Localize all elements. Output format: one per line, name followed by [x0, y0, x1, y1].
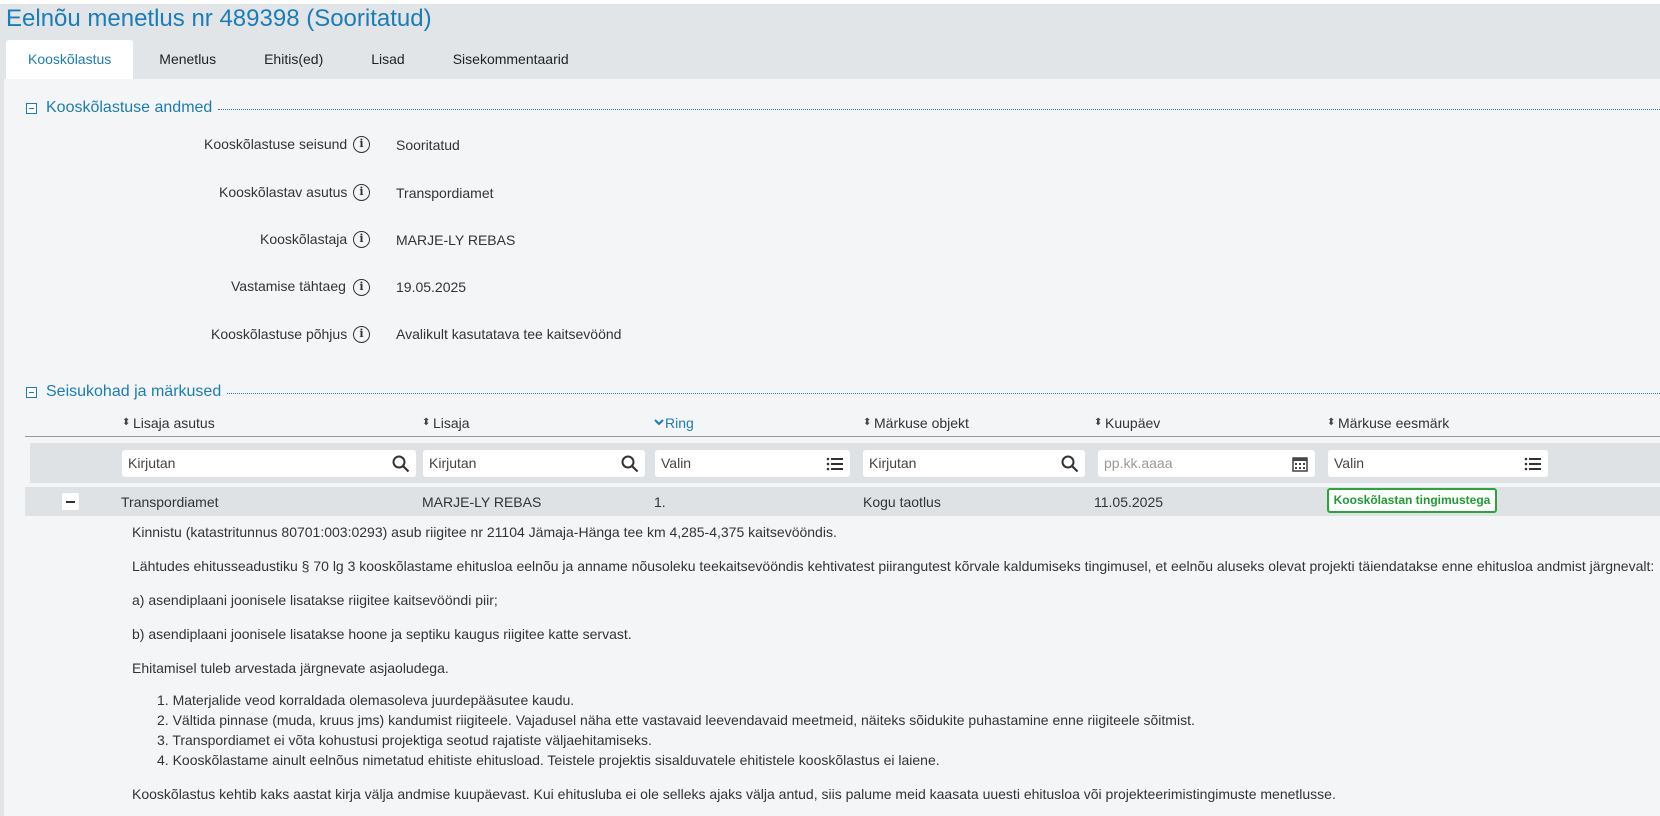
section-divider [218, 108, 1660, 110]
comment-paragraph: a) asendiplaani joonisele lisatakse riig… [132, 592, 498, 608]
sort-icon: ⬍ [1094, 417, 1103, 428]
cell-lisaja: MARJE-LY REBAS [422, 494, 542, 510]
filter-markuse-eesmark[interactable] [1328, 450, 1548, 477]
column-header-markuse-objekt[interactable]: ⬍ Märkuse objekt [863, 415, 969, 431]
sort-icon: ⬍ [863, 417, 872, 428]
info-icon[interactable]: i [353, 326, 370, 343]
list-item: 1. Materjalide veod korraldada olemasole… [157, 692, 575, 708]
column-header-lisaja-asutus[interactable]: ⬍ Lisaja asutus [122, 415, 215, 431]
search-icon[interactable] [392, 455, 410, 473]
field-value: MARJE-LY REBAS [396, 232, 516, 248]
cell-lisaja-asutus: Transpordiamet [121, 494, 219, 510]
tab-menetlus[interactable]: Menetlus [137, 40, 238, 79]
tab-sisekommentaarid[interactable]: Sisekommentaarid [431, 40, 591, 79]
section-title[interactable]: Kooskõlastuse andmed [46, 99, 212, 117]
calendar-icon[interactable] [1291, 455, 1309, 473]
select-input[interactable] [1334, 455, 1488, 471]
search-input[interactable] [869, 455, 1025, 471]
page-title: Eelnõu menetlus nr 489398 (Sooritatud) [6, 5, 432, 32]
column-header-ring[interactable]: Ring [654, 415, 694, 431]
search-input[interactable] [128, 455, 334, 471]
search-icon[interactable] [1061, 455, 1079, 473]
info-icon[interactable]: i [353, 279, 370, 296]
column-header-lisaja[interactable]: ⬍ Lisaja [422, 415, 470, 431]
list-icon[interactable] [826, 455, 844, 473]
section-title[interactable]: Seisukohad ja märkused [46, 383, 221, 401]
list-item: 2. Vältida pinnase (muda, kruus jms) kan… [157, 712, 1195, 728]
field-value: 19.05.2025 [396, 279, 467, 295]
filter-ring[interactable] [655, 450, 850, 477]
collapse-icon[interactable] [26, 102, 37, 114]
field-value: Transpordiamet [396, 185, 494, 201]
comment-paragraph: Kooskõlastus kehtib kaks aastat kirja vä… [132, 786, 1336, 802]
list-icon[interactable] [1524, 455, 1542, 473]
comment-paragraph: b) asendiplaani joonisele lisatakse hoon… [132, 626, 632, 642]
field-label: Kooskõlastuse põhjus [211, 326, 348, 342]
info-icon[interactable]: i [353, 231, 370, 248]
cell-ring: 1. [654, 494, 666, 510]
sort-icon: ⬍ [422, 417, 431, 428]
tab-ehitised[interactable]: Ehitis(ed) [242, 40, 345, 79]
field-label: Vastamise tähtaeg [231, 278, 346, 294]
comment-paragraph: Lähtudes ehitusseadustiku § 70 lg 3 koos… [132, 558, 1655, 574]
list-item: 4. Kooskõlastame ainult eelnõus nimetatu… [157, 752, 940, 768]
comment-list: 1. Materjalide veod korraldada olemasole… [132, 690, 1195, 770]
collapse-row-button[interactable] [62, 493, 79, 510]
search-input[interactable] [429, 455, 585, 471]
field-label: Kooskõlastaja [260, 231, 348, 247]
column-header-markuse-eesmark[interactable]: ⬍ Märkuse eesmärk [1327, 415, 1449, 431]
field-value: Sooritatud [396, 137, 460, 153]
list-item: 3. Transpordiamet ei võta kohustusi proj… [157, 732, 652, 748]
comment-paragraph: Ehitamisel tuleb arvestada järgnevate as… [132, 660, 449, 676]
collapse-icon[interactable] [26, 386, 37, 398]
section-header-kooskolastuse-andmed: Kooskõlastuse andmed [26, 98, 1660, 118]
cell-kuupaev: 11.05.2025 [1094, 494, 1164, 510]
filter-lisaja-asutus[interactable] [122, 450, 416, 477]
comment-paragraph: Kinnistu (katastritunnus 80701:003:0293)… [132, 524, 837, 540]
field-label: Kooskõlastav asutus [219, 184, 348, 200]
status-badge: Kooskõlastan tingimustega [1327, 488, 1497, 513]
search-icon[interactable] [621, 455, 639, 473]
cell-markuse-objekt: Kogu taotlus [863, 494, 941, 510]
section-header-seisukohad: Seisukohad ja märkused [26, 382, 1660, 402]
chevron-down-icon [654, 418, 664, 428]
filter-lisaja[interactable] [423, 450, 645, 477]
sort-icon: ⬍ [122, 417, 131, 428]
header-divider [25, 436, 1660, 437]
info-icon[interactable]: i [353, 136, 370, 153]
sort-icon: ⬍ [1327, 417, 1336, 428]
info-icon[interactable]: i [353, 184, 370, 201]
filter-kuupaev[interactable] [1098, 450, 1315, 477]
field-label: Kooskõlastuse seisund [204, 136, 348, 152]
tab-lisad[interactable]: Lisad [349, 40, 426, 79]
column-header-kuupaev[interactable]: ⬍ Kuupäev [1094, 415, 1160, 431]
tab-bar: Kooskõlastus Menetlus Ehitis(ed) Lisad S… [6, 40, 591, 79]
field-value: Avalikult kasutatava tee kaitsevöönd [396, 326, 622, 342]
section-divider [227, 392, 1660, 394]
date-input[interactable] [1104, 455, 1256, 471]
tab-kooskolastus[interactable]: Kooskõlastus [6, 40, 134, 79]
filter-markuse-objekt[interactable] [863, 450, 1085, 477]
select-input[interactable] [661, 455, 798, 471]
